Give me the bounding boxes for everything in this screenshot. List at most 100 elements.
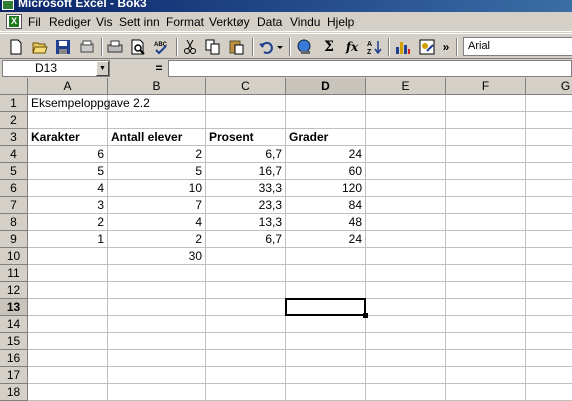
cell-e11[interactable] [366,265,446,282]
cell-d1[interactable] [286,95,366,112]
name-box[interactable]: D13 [2,60,110,77]
cell-b2[interactable] [108,112,206,129]
cell-e9[interactable] [366,231,446,248]
row-header-14[interactable]: 14 [0,316,28,333]
cell-a14[interactable] [28,316,108,333]
cell-g8[interactable] [526,214,572,231]
row-header-4[interactable]: 4 [0,146,28,163]
cell-c7[interactable]: 23,3 [206,197,286,214]
cell-f13[interactable] [446,299,526,316]
cell-d9[interactable]: 24 [286,231,366,248]
cell-a12[interactable] [28,282,108,299]
cell-e5[interactable] [366,163,446,180]
row-header-15[interactable]: 15 [0,333,28,350]
column-header-d[interactable]: D [286,78,366,95]
row-header-11[interactable]: 11 [0,265,28,282]
cell-g4[interactable] [526,146,572,163]
column-header-a[interactable]: A [28,78,108,95]
insert-hyperlink-icon[interactable] [296,38,314,56]
cell-b12[interactable] [108,282,206,299]
cell-b14[interactable] [108,316,206,333]
cell-a9[interactable]: 1 [28,231,108,248]
cell-b9[interactable]: 2 [108,231,206,248]
cell-e6[interactable] [366,180,446,197]
cell-f11[interactable] [446,265,526,282]
cell-e16[interactable] [366,350,446,367]
name-box-dropdown-icon[interactable]: ▼ [96,61,109,76]
chart-wizard-icon[interactable] [394,38,412,56]
cell-f1[interactable] [446,95,526,112]
cell-e1[interactable] [366,95,446,112]
cell-f7[interactable] [446,197,526,214]
menu-vis[interactable]: Vis [96,15,112,29]
cell-a2[interactable] [28,112,108,129]
cell-c14[interactable] [206,316,286,333]
cell-d6[interactable]: 120 [286,180,366,197]
cell-d3[interactable]: Grader [286,129,366,146]
sort-ascending-icon[interactable]: AZ [366,38,384,56]
cell-g18[interactable] [526,384,572,401]
equals-button[interactable]: = [114,60,166,77]
menu-sett-inn[interactable]: Sett inn [119,15,160,29]
cell-a6[interactable]: 4 [28,180,108,197]
row-header-3[interactable]: 3 [0,129,28,146]
title-bar[interactable]: Microsoft Excel - Bok3 [0,0,572,12]
cell-b4[interactable]: 2 [108,146,206,163]
row-header-2[interactable]: 2 [0,112,28,129]
paste-icon[interactable] [228,38,246,56]
cell-b13[interactable] [108,299,206,316]
cell-g17[interactable] [526,367,572,384]
cell-g11[interactable] [526,265,572,282]
open-icon[interactable] [31,38,49,56]
cell-g10[interactable] [526,248,572,265]
cell-d17[interactable] [286,367,366,384]
column-header-b[interactable]: B [108,78,206,95]
cell-d14[interactable] [286,316,366,333]
drawing-icon[interactable] [418,38,436,56]
toolbar-options-icon[interactable]: » [441,38,451,56]
function-icon[interactable]: fx [343,38,361,56]
cell-c15[interactable] [206,333,286,350]
cell-e15[interactable] [366,333,446,350]
column-header-c[interactable]: C [206,78,286,95]
cell-g12[interactable] [526,282,572,299]
cell-g1[interactable] [526,95,572,112]
column-header-g[interactable]: G [526,78,572,95]
cell-b3[interactable]: Antall elever [108,129,206,146]
cell-c17[interactable] [206,367,286,384]
undo-dropdown-icon[interactable] [275,38,285,56]
column-header-f[interactable]: F [446,78,526,95]
cell-a15[interactable] [28,333,108,350]
cell-g15[interactable] [526,333,572,350]
new-icon[interactable] [7,38,25,56]
cell-d7[interactable]: 84 [286,197,366,214]
cell-e18[interactable] [366,384,446,401]
cell-b18[interactable] [108,384,206,401]
workbook-icon[interactable]: X [6,14,22,29]
cell-f6[interactable] [446,180,526,197]
cell-b1[interactable] [108,95,206,112]
cell-a17[interactable] [28,367,108,384]
cell-e14[interactable] [366,316,446,333]
menu-fil[interactable]: Fil [28,15,41,29]
cell-c10[interactable] [206,248,286,265]
cell-c3[interactable]: Prosent [206,129,286,146]
cell-f17[interactable] [446,367,526,384]
select-all-corner[interactable] [0,78,28,95]
cell-a5[interactable]: 5 [28,163,108,180]
save-icon[interactable] [54,38,72,56]
cell-e3[interactable] [366,129,446,146]
font-name-input[interactable]: Arial [463,37,572,56]
cell-d10[interactable] [286,248,366,265]
cell-d5[interactable]: 60 [286,163,366,180]
row-header-9[interactable]: 9 [0,231,28,248]
cell-e10[interactable] [366,248,446,265]
cut-icon[interactable] [181,38,199,56]
cell-a18[interactable] [28,384,108,401]
menu-rediger[interactable]: Rediger [49,15,91,29]
cell-e2[interactable] [366,112,446,129]
row-header-16[interactable]: 16 [0,350,28,367]
spelling-icon[interactable]: ABC [152,38,170,56]
cell-f18[interactable] [446,384,526,401]
cell-d18[interactable] [286,384,366,401]
